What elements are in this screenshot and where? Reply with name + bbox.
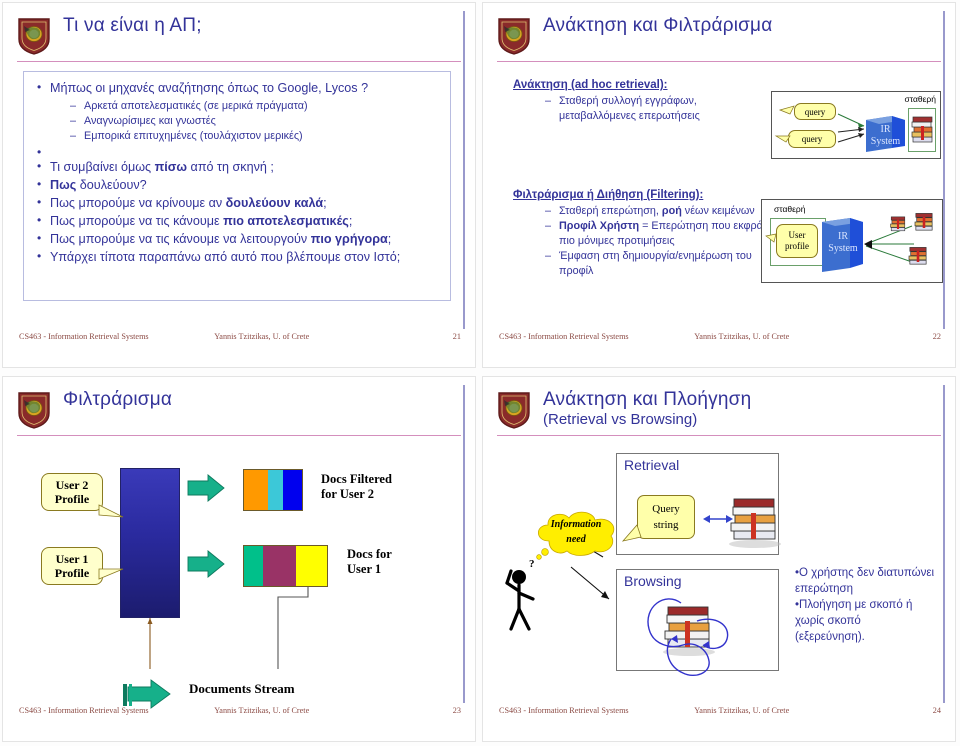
filtering-section: Φιλτράρισμα ή Διήθηση (Filtering): Σταθε… (513, 189, 783, 279)
section-heading: Ανάκτηση (ad hoc retrieval): (513, 79, 668, 91)
doc-color-block (244, 470, 269, 510)
doc-color-block (263, 546, 297, 586)
footer-course: CS463 - Information Retrieval Systems (499, 332, 629, 341)
note-line: •Ο χρήστης δεν διατυπώνει (795, 567, 935, 579)
svg-text:?: ? (529, 558, 535, 570)
ir-system-line1: IR (838, 231, 848, 242)
ir-system-line1: IR (880, 124, 891, 135)
cloud-line1: Information (550, 519, 602, 530)
title-divider (17, 61, 461, 62)
university-crest-icon (497, 17, 531, 55)
docs-user1-set (243, 545, 328, 587)
browsing-notes: •Ο χρήστης δεν διατυπώνει επερώτηση •Πλο… (795, 565, 934, 645)
heading-suffix: : (699, 189, 704, 201)
doc-color-block (296, 546, 327, 586)
slide-21: Τι να είναι η ΑΠ; Μήπως οι μηχανές αναζή… (2, 2, 476, 368)
book-stack-icon (888, 214, 908, 234)
slide-footer: CS463 - Information Retrieval Systems Ya… (19, 706, 461, 715)
ir-system-line2: System (870, 136, 901, 147)
title-divider (497, 61, 941, 62)
slide-number: 22 (932, 332, 941, 341)
note-line: επερώτηση (795, 583, 853, 595)
adhoc-retrieval-diagram: σταθερή query query IR System (771, 91, 941, 159)
list-item: Πως μπορούμε να τις κάνουμε να λειτουργο… (34, 230, 440, 248)
bullet-text: Μήπως οι μηχανές αναζήτησης όπως το Goog… (50, 81, 369, 95)
note-line: (εξερεύνηση). (795, 631, 865, 643)
slide-number: 21 (452, 332, 461, 341)
sub-list: Αρκετά αποτελεσματικές (σε μερικά πράγμα… (50, 99, 440, 144)
doc-color-block (283, 470, 302, 510)
list-item: Πως μπορούμε να κρίνουμε αν δουλεύουν κα… (34, 194, 440, 212)
slide-21-header: Τι να είναι η ΑΠ; (17, 15, 461, 59)
footer-course: CS463 - Information Retrieval Systems (19, 706, 149, 715)
footer-course: CS463 - Information Retrieval Systems (499, 706, 629, 715)
slide-number: 23 (452, 706, 461, 715)
footer-author: Yannis Tzitzikas, U. of Crete (214, 706, 310, 715)
doc-color-block (244, 546, 264, 586)
docs-user1-label: Docs for User 1 (347, 547, 392, 576)
slide-footer: CS463 - Information Retrieval Systems Ya… (499, 332, 941, 341)
list-item: Αρκετά αποτελεσματικές (σε μερικά πράγμα… (70, 99, 440, 114)
list-item: Πως μπορούμε να τις κάνουμε πιο αποτελεσ… (34, 212, 440, 230)
right-accent-bar (463, 11, 465, 329)
slide-22: Ανάκτηση και Φιλτράρισμα Ανάκτηση (ad ho… (482, 2, 956, 368)
book-stack-icon (912, 210, 936, 234)
list-item: Έμφαση στη δημιουργία/ενημέρωση του προφ… (545, 249, 783, 279)
section-heading: Φιλτράρισμα ή Διήθηση (Filtering): (513, 189, 704, 201)
docs-user2-set (243, 469, 303, 511)
note-line: χωρίς σκοπό (795, 615, 861, 627)
footer-course: CS463 - Information Retrieval Systems (19, 332, 149, 341)
information-need-cloud: Information need (529, 509, 623, 557)
book-stack-icon (906, 244, 930, 268)
ir-system-line2: System (828, 243, 858, 254)
slide-23: Φιλτράρισμα User 2 Profile User 1 Profil… (2, 376, 476, 742)
note-line: •Πλοήγηση με σκοπό ή (795, 599, 913, 611)
slide-handout-page: Τι να είναι η ΑΠ; Μήπως οι μηχανές αναζή… (0, 0, 960, 746)
page-title: Τι να είναι η ΑΠ; (63, 15, 202, 36)
university-crest-icon (17, 17, 51, 55)
spacer (34, 144, 440, 161)
footer-author: Yannis Tzitzikas, U. of Crete (694, 706, 790, 715)
ir-system-box: IR System (824, 226, 862, 260)
slide-footer: CS463 - Information Retrieval Systems Ya… (19, 332, 461, 341)
slide-22-header: Ανάκτηση και Φιλτράρισμα (497, 15, 941, 59)
ir-system-box: IR System (866, 120, 905, 152)
slide-footer: CS463 - Information Retrieval Systems Ya… (499, 706, 941, 715)
slide-21-content: Μήπως οι μηχανές αναζήτησης όπως το Goog… (23, 71, 451, 301)
docs-user2-label: Docs Filtered for User 2 (321, 472, 392, 501)
list-item: Πως δουλεύουν? (34, 176, 440, 194)
list-item: Τι συμβαίνει όμως πίσω από τη σκηνή ; (34, 158, 440, 176)
list-item: Εμπορικά επιτυχημένες (τουλάχιστον μερικ… (70, 129, 440, 144)
documents-stream-label: Documents Stream (189, 681, 295, 696)
list-item: Σταθερή συλλογή εγγράφων, μεταβαλλόμενες… (545, 94, 803, 124)
footer-author: Yannis Tzitzikas, U. of Crete (214, 332, 310, 341)
list-item: Μήπως οι μηχανές αναζήτησης όπως το Goog… (34, 79, 440, 144)
book-stack-icon (911, 112, 934, 146)
doc-color-block (268, 470, 284, 510)
list-item: Αναγνωρίσιμες και γνωστές (70, 114, 440, 129)
list-item: Σταθερή επερώτηση, ροή νέων κειμένων (545, 204, 783, 219)
slide-24-graphics: ? (505, 498, 781, 677)
cloud-line2: need (566, 534, 586, 545)
heading-suffix: : (663, 79, 668, 91)
filtering-diagram: σταθερή User profile IR System (761, 199, 943, 283)
slide-number: 24 (932, 706, 941, 715)
list-item: Υπάρχει τίποτα παραπάνω από αυτό που βλέ… (34, 248, 440, 266)
page-title: Ανάκτηση και Φιλτράρισμα (543, 15, 773, 36)
slide-24: Ανάκτηση και Πλοήγηση (Retrieval vs Brow… (482, 376, 956, 742)
adhoc-retrieval-section: Ανάκτηση (ad hoc retrieval): Σταθερή συλ… (513, 79, 803, 124)
footer-author: Yannis Tzitzikas, U. of Crete (694, 332, 790, 341)
list-item: Προφίλ Χρήστη = Επερώτηση που εκφράζει π… (545, 219, 783, 249)
